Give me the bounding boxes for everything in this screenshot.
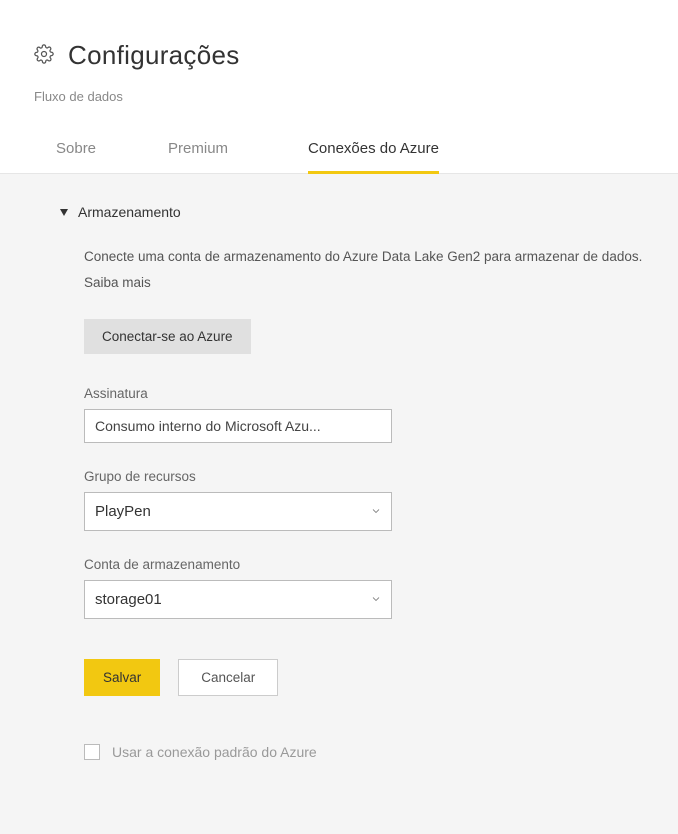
content-area: Armazenamento Conecte uma conta de armaz… — [0, 174, 678, 834]
page-header: Configurações — [34, 40, 678, 71]
section-title: Armazenamento — [78, 204, 181, 220]
section-description: Conecte uma conta de armazenamento do Az… — [84, 244, 674, 295]
learn-more-link[interactable]: Saiba mais — [84, 275, 151, 290]
resource-group-select[interactable] — [84, 492, 392, 531]
cancel-button[interactable]: Cancelar — [178, 659, 278, 696]
description-text: Conecte uma conta de armazenamento do Az… — [84, 249, 642, 264]
collapse-icon — [60, 209, 68, 216]
tab-premium[interactable]: Premium — [168, 128, 228, 173]
tabs: Sobre Premium Conexões do Azure — [0, 128, 678, 174]
subscription-label: Assinatura — [84, 386, 674, 401]
default-azure-connection-label: Usar a conexão padrão do Azure — [112, 744, 317, 760]
page-title: Configurações — [68, 40, 240, 71]
default-azure-connection-checkbox[interactable] — [84, 744, 100, 760]
gear-icon — [34, 44, 54, 67]
tab-about[interactable]: Sobre — [56, 128, 96, 173]
breadcrumb: Fluxo de dados — [34, 89, 678, 104]
storage-account-label: Conta de armazenamento — [84, 557, 674, 572]
subscription-select[interactable] — [84, 409, 392, 443]
resource-group-label: Grupo de recursos — [84, 469, 674, 484]
save-button[interactable]: Salvar — [84, 659, 160, 696]
connect-azure-button[interactable]: Conectar-se ao Azure — [84, 319, 251, 354]
storage-account-select[interactable] — [84, 580, 392, 619]
tab-azure-connections[interactable]: Conexões do Azure — [308, 128, 439, 174]
section-toggle-storage[interactable]: Armazenamento — [60, 204, 678, 220]
